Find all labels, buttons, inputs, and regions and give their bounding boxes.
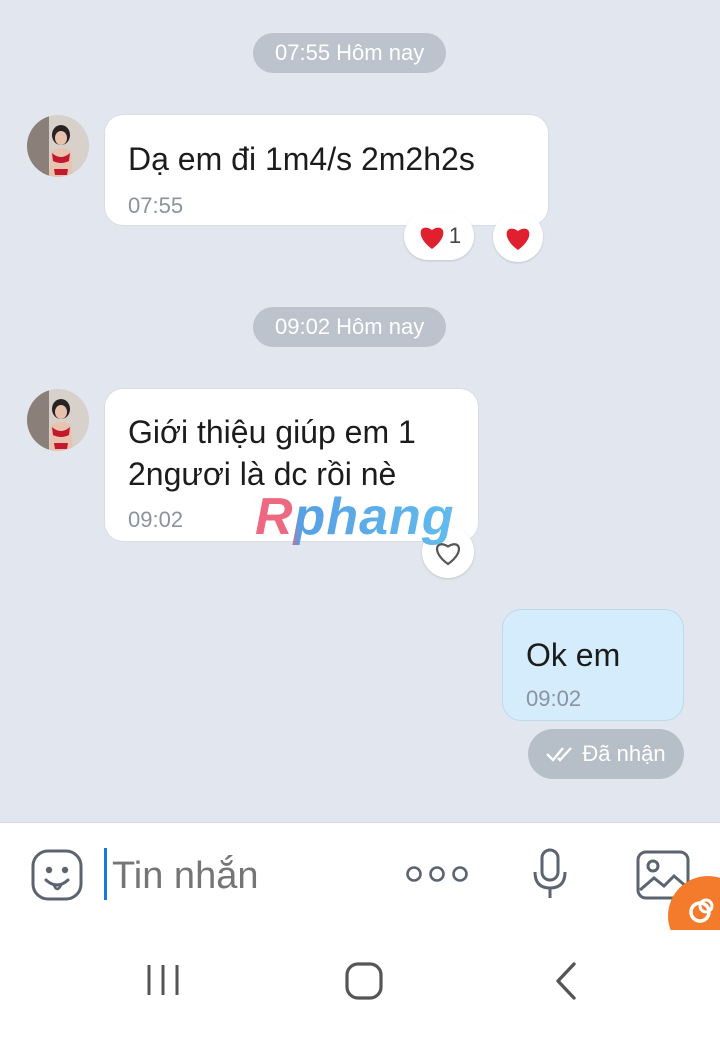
back-icon — [556, 962, 576, 1000]
my-message-bubble[interactable]: Ok em 09:02 — [503, 610, 683, 720]
avatar[interactable] — [27, 389, 89, 451]
message-text: Dạ em đi 1m4/s 2m2h2s — [128, 141, 475, 177]
emoji-icon — [31, 849, 83, 901]
double-check-icon — [546, 747, 573, 762]
message-text-line: Giới thiệu giúp em 1 — [128, 414, 416, 450]
home-icon — [345, 962, 383, 1000]
avatar-image — [27, 115, 89, 177]
time-separator-label: 09:02 Hôm nay — [275, 314, 425, 339]
home-button[interactable] — [344, 961, 384, 1001]
reaction-summary[interactable]: 1 — [404, 212, 474, 260]
message-time: 09:02 — [526, 686, 582, 711]
watermark: Rphang — [255, 488, 455, 546]
link-icon — [689, 898, 714, 923]
recent-apps-button[interactable] — [145, 962, 181, 998]
message-input[interactable] — [110, 850, 394, 902]
status-label: Đã nhận — [582, 741, 666, 766]
message-bubble[interactable]: Dạ em đi 1m4/s 2m2h2s 07:55 — [105, 115, 548, 225]
message-time: 09:02 — [128, 507, 184, 532]
time-separator: 07:55 Hôm nay — [253, 33, 447, 73]
text-caret — [104, 848, 107, 900]
microphone-icon — [533, 848, 567, 898]
recent-apps-icon — [147, 965, 179, 995]
react-button[interactable] — [493, 212, 543, 262]
more-button[interactable] — [405, 862, 469, 886]
reaction-count: 1 — [448, 223, 462, 248]
heart-icon — [506, 228, 530, 250]
message-time: 07:55 — [128, 193, 184, 218]
status-badge: Đã nhận — [528, 729, 684, 779]
time-separator: 09:02 Hôm nay — [253, 307, 447, 347]
message-text: Ok em — [526, 637, 621, 673]
time-separator-label: 07:55 Hôm nay — [275, 40, 425, 65]
emoji-button[interactable] — [30, 848, 84, 902]
avatar[interactable] — [27, 115, 89, 177]
voice-button[interactable] — [530, 848, 570, 902]
more-icon — [406, 866, 468, 882]
heart-icon — [420, 227, 444, 249]
chat-area: 07:55 Hôm nay Dạ em đi 1m4/s 2m2h2s 07:5… — [0, 0, 720, 822]
back-button[interactable] — [553, 961, 579, 1001]
avatar-image — [27, 389, 89, 451]
